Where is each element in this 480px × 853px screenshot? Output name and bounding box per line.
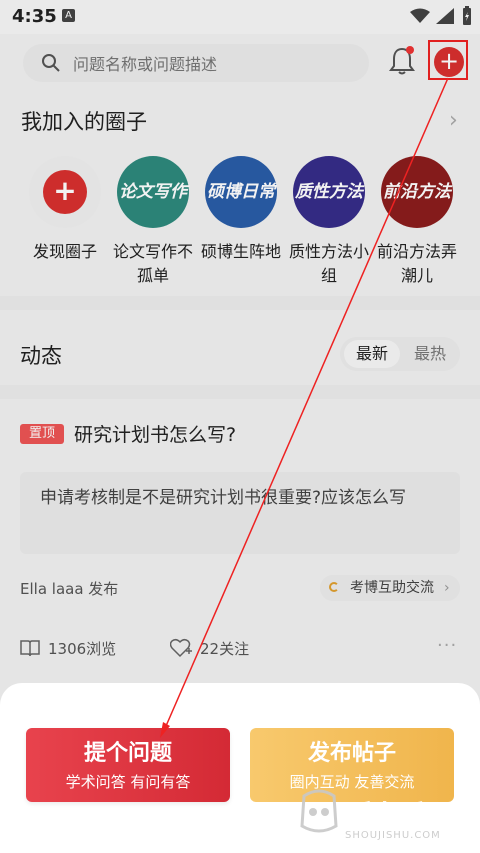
publish-post-button[interactable]: 发布帖子 圈内互动 友善交流 (250, 728, 454, 802)
publish-post-subtitle: 圈内互动 友善交流 (289, 773, 415, 791)
ask-question-subtitle: 学术问答 有问有答 (65, 773, 191, 791)
page: 4:35 A + 我加入的圈子 › + 论文写作 硕博日常 质性方法 前沿方法 … (0, 0, 480, 853)
publish-post-title: 发布帖子 (307, 741, 396, 766)
watermark-logo-icon (300, 789, 338, 833)
ask-question-title: 提个问题 (83, 741, 172, 766)
ask-question-button[interactable]: 提个问题 学术问答 有问有答 (26, 728, 230, 802)
watermark-url: SHOUJISHU.COM (345, 830, 441, 841)
